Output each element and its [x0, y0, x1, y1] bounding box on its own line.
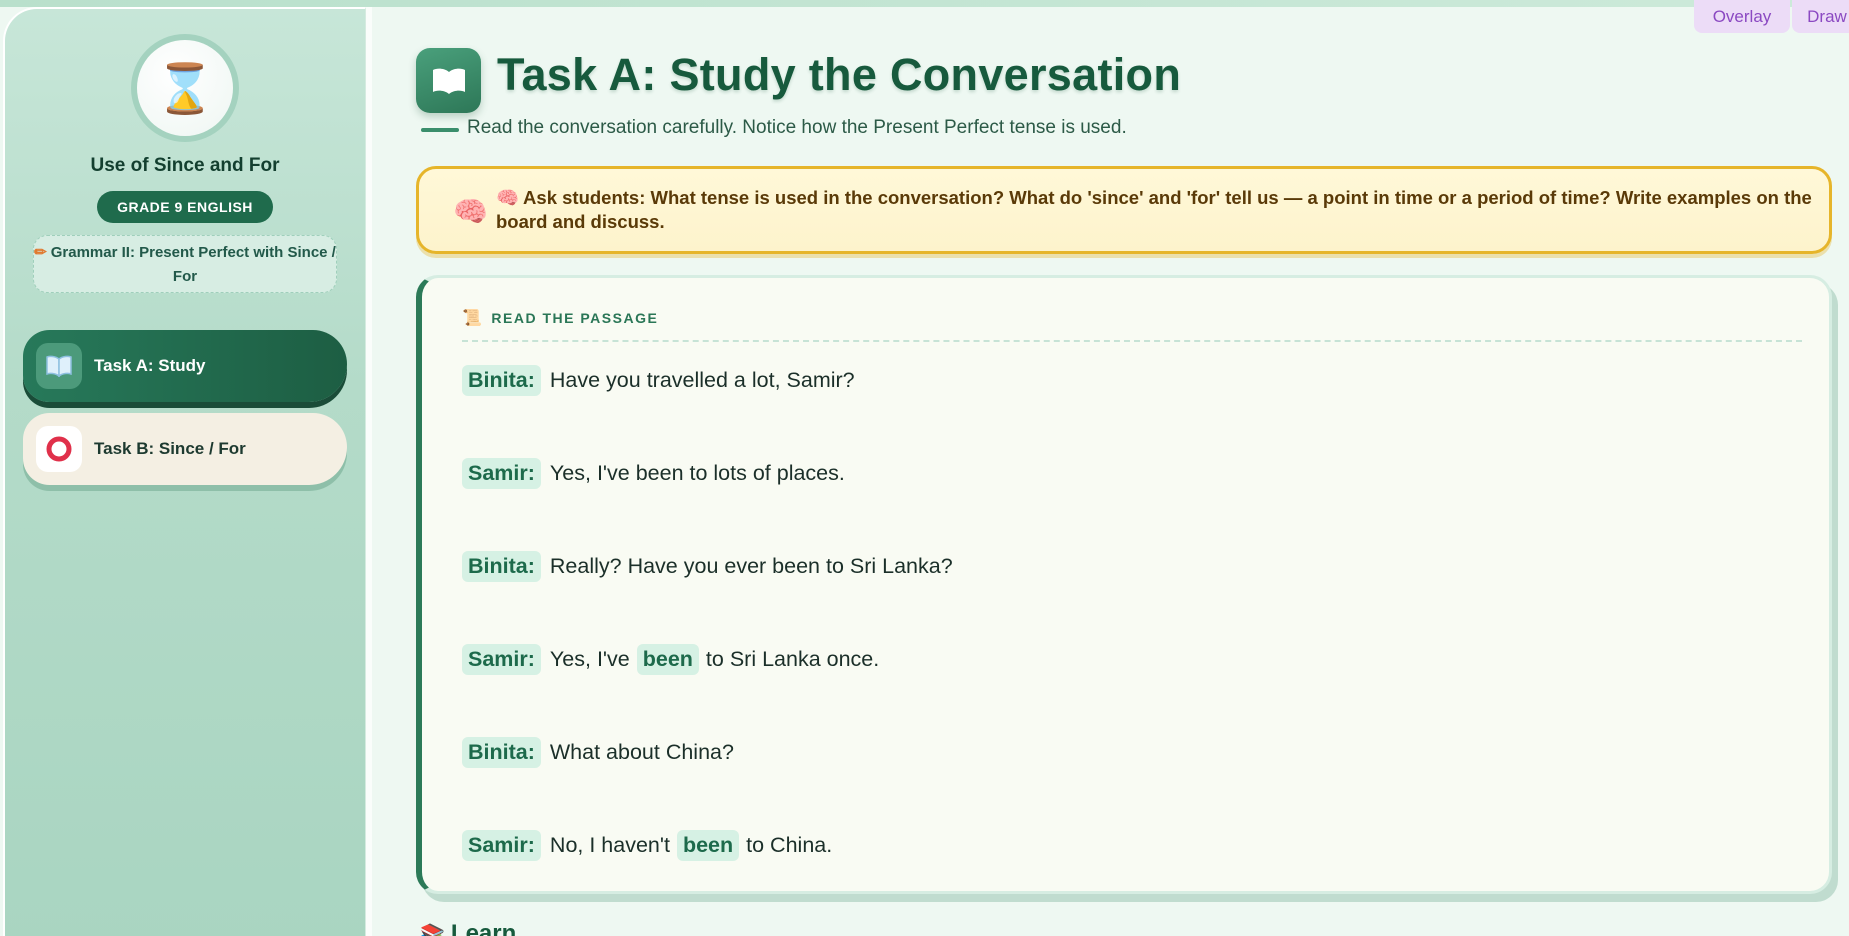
book-icon [416, 48, 481, 113]
passage-label: 📜 READ THE PASSAGE [462, 308, 658, 328]
page-subtitle: Read the conversation carefully. Notice … [467, 117, 1127, 138]
nav-item-label: Task A: Study [94, 356, 206, 375]
scroll-icon: 📜 [462, 310, 484, 327]
speaker-label: Samir: [462, 829, 541, 861]
dialogue-line: Samir: Yes, I've been to Sri Lanka once. [462, 641, 879, 677]
grade-badge: GRADE 9 ENGLISH [97, 191, 273, 223]
speaker-label: Binita: [462, 736, 541, 768]
dialogue-line: Samir: Yes, I've been to lots of places. [462, 455, 845, 491]
passage-card: 📜 READ THE PASSAGE Binita: Have you trave… [416, 275, 1832, 894]
page-title: Task A: Study the Conversation [497, 49, 1182, 100]
nav-item-label: Task B: Since / For [94, 439, 246, 458]
sidebar-divider [366, 7, 372, 936]
subtitle-accent [421, 128, 459, 132]
topic-box: ✏ Grammar II: Present Perfect with Since … [33, 235, 337, 293]
dialogue-text: to China. [746, 832, 833, 857]
highlighted-word: been [676, 829, 740, 861]
brain-icon: 🧠 [453, 195, 488, 228]
dialogue-text: Have you travelled a lot, Samir? [549, 367, 855, 392]
dialogue-text: Yes, I've been to lots of places. [549, 460, 845, 485]
pencil-icon: ✏ [34, 244, 47, 261]
dialogue-text: Really? Have you ever been to Sri Lanka? [549, 553, 953, 578]
dialogue-text: Yes, I've [549, 646, 630, 671]
dialogue-line: Binita: Have you travelled a lot, Samir? [462, 362, 855, 398]
draw-button[interactable]: Draw [1792, 0, 1849, 33]
overlay-button[interactable]: Overlay [1694, 0, 1790, 33]
dialogue-line: Samir: No, I haven't been to China. [462, 827, 832, 863]
dialogue-text: No, I haven't [549, 832, 670, 857]
passage-label-text: READ THE PASSAGE [491, 310, 659, 326]
books-icon: 📚 [420, 924, 445, 936]
top-strip [0, 0, 1849, 7]
book-icon [36, 343, 82, 389]
teacher-tip: 🧠 🧠 Ask students: What tense is used in t… [416, 166, 1832, 254]
tip-text-block: 🧠 Ask students: What tense is used in the… [496, 186, 1816, 234]
avatar: ⌛ [131, 34, 239, 142]
speaker-label: Binita: [462, 550, 541, 582]
highlighted-word: been [636, 643, 699, 675]
speaker-label: Samir: [462, 643, 541, 675]
dialogue-line: Binita: What about China? [462, 734, 734, 770]
speaker-label: Samir: [462, 457, 541, 489]
brain-icon: 🧠 [496, 187, 520, 208]
ring-icon [36, 426, 82, 472]
dialogue-text: to Sri Lanka once. [705, 646, 880, 671]
lesson-title: Use of Since and For [90, 155, 280, 176]
speaker-label: Binita: [462, 364, 541, 396]
nav-item-task-b[interactable]: Task B: Since / For [23, 413, 347, 485]
divider [462, 340, 1802, 342]
nav-item-task-a[interactable]: Task A: Study [23, 330, 347, 402]
next-section-heading: 📚 Learn [420, 920, 516, 936]
dialogue-line: Binita: Really? Have you ever been to Sr… [462, 548, 953, 584]
next-section-label: Learn [450, 920, 517, 936]
hourglass-icon: ⌛ [137, 40, 233, 136]
topic-label: Grammar II: Present Perfect with Since /… [50, 244, 336, 285]
dialogue-text: What about China? [549, 739, 734, 764]
tip-text: Ask students: What tense is used in the … [496, 187, 1812, 232]
